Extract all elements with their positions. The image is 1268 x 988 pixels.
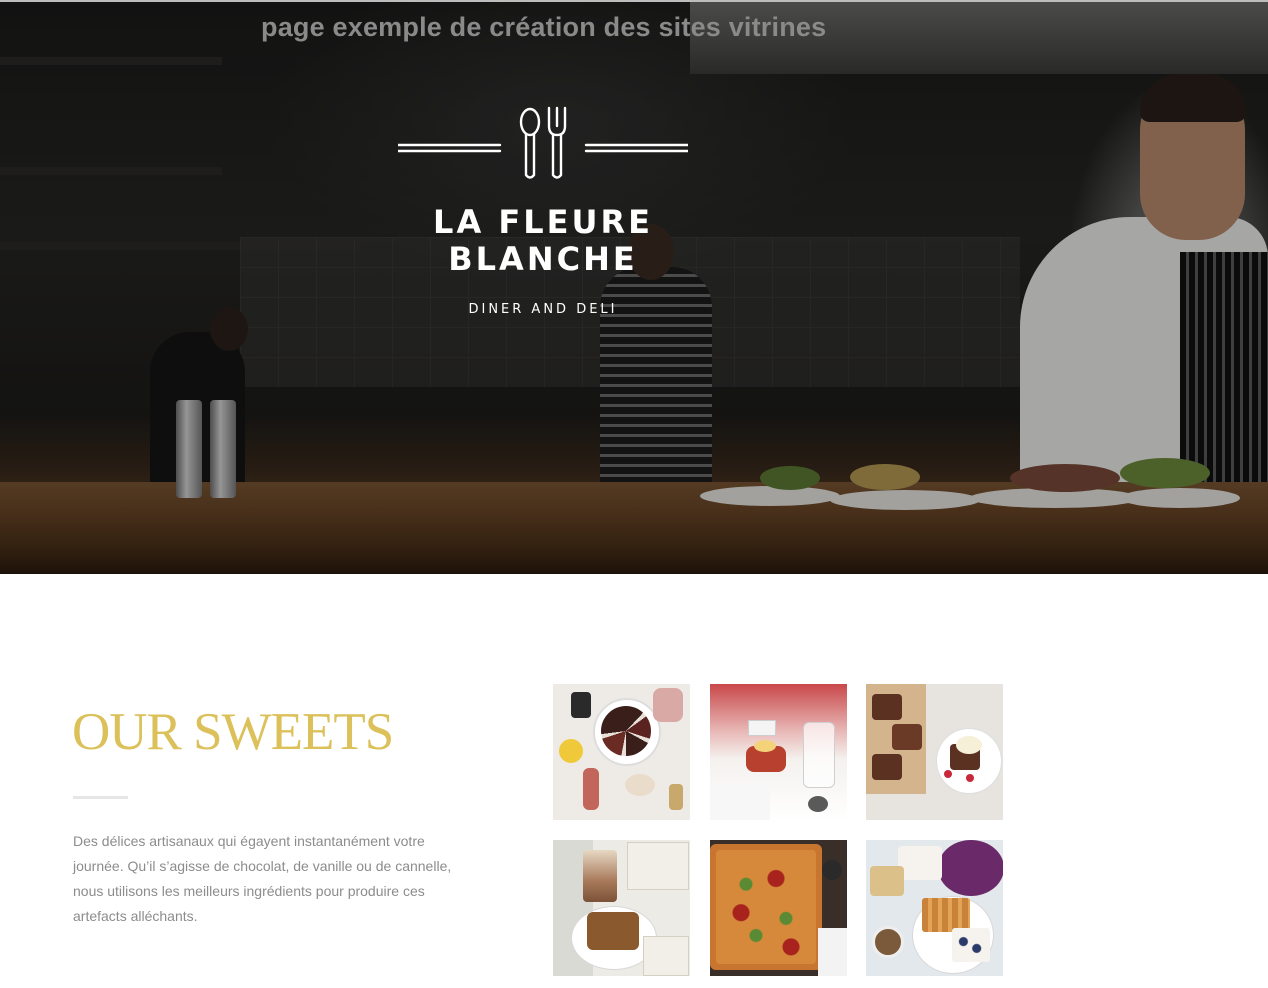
raspberry bbox=[944, 770, 952, 778]
water-glass bbox=[803, 722, 835, 788]
ice-cream bbox=[956, 736, 982, 754]
bread bbox=[669, 784, 683, 810]
gallery-image-plated-dessert[interactable] bbox=[710, 684, 847, 820]
toast bbox=[870, 866, 904, 896]
gallery-image-waffles[interactable] bbox=[866, 840, 1003, 976]
pepper-jar bbox=[822, 860, 842, 880]
phone bbox=[571, 692, 591, 718]
brownie bbox=[892, 724, 922, 750]
open-book bbox=[643, 936, 689, 976]
purple-plate bbox=[938, 840, 1003, 896]
brownie bbox=[872, 754, 902, 780]
hero-banner: page exemple de création des sites vitri… bbox=[0, 2, 1268, 574]
sweets-description: Des délices artisanaux qui égayent insta… bbox=[73, 833, 452, 924]
gallery-image-coffee-cake[interactable] bbox=[553, 840, 690, 976]
napkin bbox=[818, 928, 847, 976]
brand-tagline: DINER AND DELI bbox=[468, 302, 618, 317]
gallery-image-brownies[interactable] bbox=[866, 684, 1003, 820]
dessert-flag bbox=[748, 720, 776, 736]
site-caption: page exemple de création des sites vitri… bbox=[261, 12, 827, 42]
brand-name: LA FLEURE BLANCHE bbox=[433, 203, 653, 278]
brownie bbox=[872, 694, 902, 720]
brand-logo: LA FLEURE BLANCHE DINER AND DELI bbox=[398, 102, 688, 332]
gallery-image-dessert-table-cake[interactable] bbox=[553, 684, 690, 820]
waffle-with-berries bbox=[952, 928, 990, 962]
pizza bbox=[716, 850, 816, 964]
spoon bbox=[808, 796, 828, 812]
sweets-gallery bbox=[553, 684, 1003, 977]
napkin bbox=[710, 784, 770, 820]
spoon-and-fork-icon bbox=[398, 106, 688, 179]
book bbox=[627, 842, 689, 890]
ham-plate bbox=[653, 688, 683, 722]
waffle bbox=[922, 898, 970, 932]
cake-slice bbox=[587, 912, 639, 950]
sliced-cake bbox=[601, 706, 651, 756]
gallery-image-pizza[interactable] bbox=[710, 840, 847, 976]
raspberry bbox=[966, 774, 974, 782]
sausage bbox=[583, 768, 599, 810]
latte-glass bbox=[583, 850, 617, 902]
dessert-topping bbox=[754, 740, 776, 752]
section-divider bbox=[73, 796, 128, 799]
juice-glass bbox=[559, 739, 583, 763]
sweets-title: OUR SWEETS bbox=[72, 703, 394, 761]
coffee-cup bbox=[872, 926, 904, 958]
toast bbox=[898, 846, 942, 880]
cheese bbox=[625, 774, 655, 796]
